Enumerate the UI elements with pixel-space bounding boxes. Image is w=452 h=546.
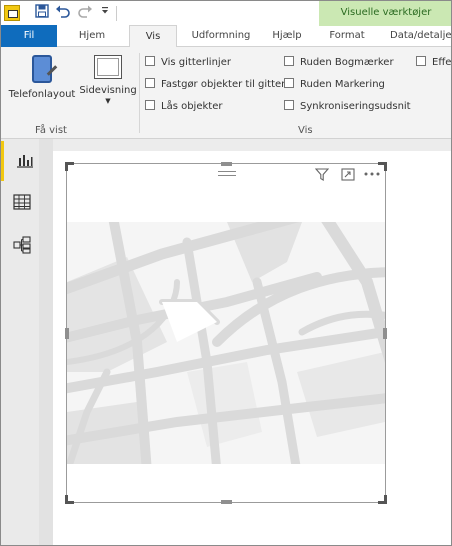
resize-handle-top[interactable]: [221, 162, 232, 166]
checkbox-fastgor-objekter[interactable]: Fastgør objekter til gitter: [145, 77, 285, 93]
checkbox-label: Ruden Bogmærker: [300, 57, 394, 68]
group-label-vis: Vis: [298, 125, 313, 136]
map-visual[interactable]: [65, 162, 387, 504]
tab-hjem[interactable]: Hjem: [61, 25, 123, 47]
ribbon-tab-row: Fil Hjem Vis Udformning Hjælp Format Dat…: [1, 25, 451, 48]
page-view-icon: [94, 55, 122, 79]
resize-handle-right[interactable]: [383, 328, 387, 339]
undo-icon[interactable]: [54, 4, 72, 22]
checkbox-ruden-bogmaerker[interactable]: Ruden Bogmærker: [284, 55, 394, 71]
checkbox-label: Fastgør objekter til gitter: [161, 79, 286, 90]
checkbox-box[interactable]: [284, 100, 294, 110]
ribbon-group-separator: [139, 53, 140, 133]
resize-handle-top-right[interactable]: [378, 162, 387, 171]
map-placeholder-image: [67, 222, 385, 464]
group-label-fa-vist: Få vist: [35, 125, 67, 136]
resize-handle-left[interactable]: [65, 328, 69, 339]
data-view-button[interactable]: [1, 183, 39, 223]
drag-handle-icon[interactable]: [218, 171, 236, 176]
checkbox-synkroniseringsudsnit[interactable]: Synkroniseringsudsnit: [284, 99, 411, 115]
tab-hjaelp[interactable]: Hjælp: [263, 25, 311, 47]
checkbox-box[interactable]: [145, 78, 155, 88]
context-tab-line: [319, 25, 451, 26]
resize-handle-bottom-left[interactable]: [65, 495, 74, 504]
filter-icon[interactable]: [314, 168, 330, 183]
page-tab-strip: [39, 139, 53, 545]
tab-data-detaljer[interactable]: Data/detaljer: [381, 25, 451, 47]
model-view-icon: [13, 236, 31, 254]
checkbox-ruden-markering[interactable]: Ruden Markering: [284, 77, 385, 93]
checkbox-box[interactable]: [145, 100, 155, 110]
ribbon-vis: Telefonlayout Sidevisning ▼ Få vist Vis …: [1, 47, 452, 139]
checkbox-label: Ruden Markering: [300, 79, 385, 90]
tab-udformning[interactable]: Udformning: [181, 25, 261, 47]
checkbox-label: Synkroniseringsudsnit: [300, 101, 411, 112]
visual-header: [67, 164, 385, 184]
resize-handle-top-left[interactable]: [65, 162, 74, 171]
tab-fil[interactable]: Fil: [1, 25, 57, 47]
checkbox-box[interactable]: [416, 56, 426, 66]
quick-access-separator: [116, 6, 117, 21]
sidevisning-label: Sidevisning: [79, 85, 137, 96]
chevron-down-icon: ▼: [105, 97, 111, 105]
focus-mode-icon[interactable]: [341, 168, 355, 183]
resize-handle-bottom[interactable]: [221, 500, 232, 504]
telefonlayout-button[interactable]: Telefonlayout: [7, 55, 77, 113]
checkbox-label: Effek: [432, 57, 452, 68]
customize-dropdown-icon[interactable]: [96, 4, 114, 22]
phone-layout-icon: [32, 55, 52, 83]
save-icon[interactable]: [33, 4, 51, 22]
resize-handle-bottom-right[interactable]: [378, 495, 387, 504]
checkbox-label: Vis gitterlinjer: [161, 57, 231, 68]
report-view-button[interactable]: [1, 141, 39, 181]
tab-format[interactable]: Format: [319, 25, 375, 47]
checkbox-box[interactable]: [284, 56, 294, 66]
view-sidebar: [1, 139, 39, 545]
powerbi-window: Visuelle værktøjer Fil Hjem Vis Udformni…: [0, 0, 452, 546]
street-map-icon: [67, 222, 385, 464]
tab-vis[interactable]: Vis: [129, 25, 177, 48]
title-bar: Visuelle værktøjer: [1, 1, 451, 25]
redo-icon[interactable]: [76, 4, 94, 22]
checkbox-las-objekter[interactable]: Lås objekter: [145, 99, 222, 115]
powerbi-app-icon: [4, 5, 20, 21]
data-view-icon: [13, 194, 31, 210]
context-tab-label: Visuelle værktøjer: [319, 1, 451, 25]
model-view-button[interactable]: [1, 225, 39, 265]
checkbox-effekt[interactable]: Effek: [416, 55, 452, 71]
report-view-icon: [17, 155, 33, 168]
checkbox-vis-gitterlinjer[interactable]: Vis gitterlinjer: [145, 55, 231, 71]
sidevisning-button[interactable]: Sidevisning ▼: [79, 55, 137, 113]
checkbox-box[interactable]: [145, 56, 155, 66]
telefonlayout-label: Telefonlayout: [8, 89, 76, 100]
checkbox-label: Lås objekter: [161, 101, 223, 112]
checkbox-box[interactable]: [284, 78, 294, 88]
